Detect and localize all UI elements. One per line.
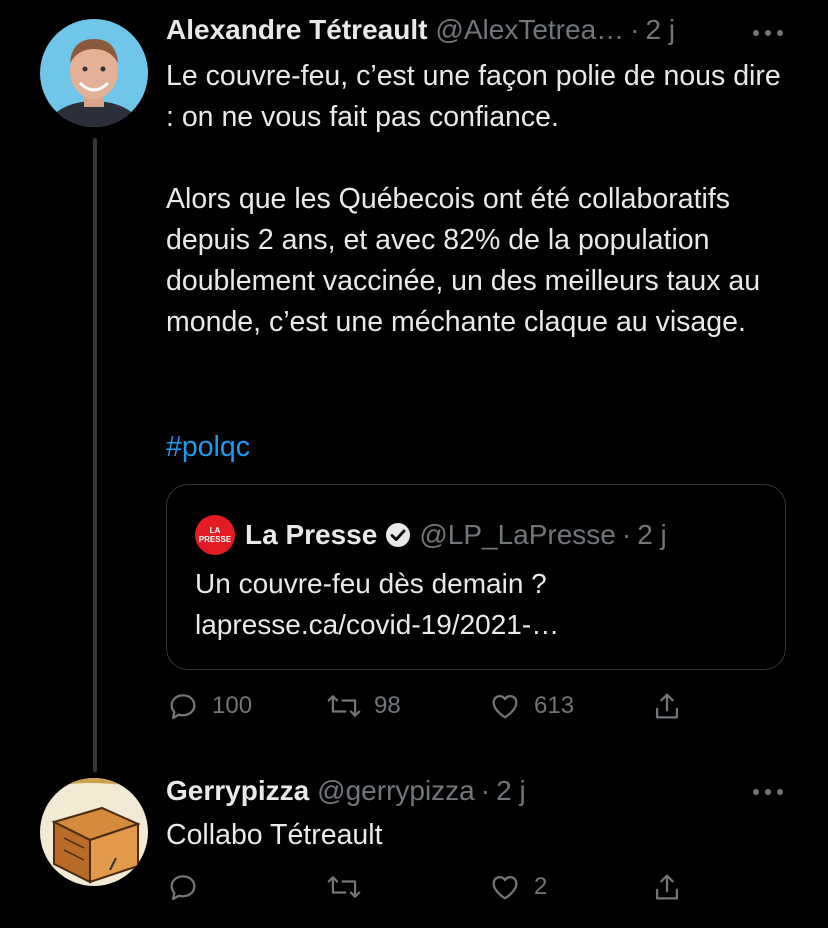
logo-text-bottom: PRESSE bbox=[198, 535, 232, 544]
logo-text-top: LA bbox=[209, 526, 221, 535]
retweet-button[interactable] bbox=[326, 870, 374, 904]
quoted-author-handle[interactable]: @LP_LaPresse bbox=[419, 519, 616, 551]
reply-button[interactable] bbox=[166, 870, 212, 904]
like-count: 2 bbox=[534, 873, 548, 900]
retweet-icon bbox=[327, 876, 361, 898]
tweet-text: Collabo Tétreault bbox=[166, 819, 383, 851]
thread-connector-line bbox=[93, 138, 97, 772]
separator-dot: · bbox=[621, 519, 632, 550]
quoted-author-name[interactable]: La Presse bbox=[245, 519, 377, 551]
reply-button[interactable]: 100 bbox=[166, 689, 252, 723]
reply-count: 100 bbox=[212, 692, 253, 719]
timestamp[interactable]: 2 j bbox=[645, 14, 675, 46]
more-icon bbox=[753, 30, 783, 36]
retweet-button[interactable]: 98 bbox=[326, 689, 401, 723]
separator-dot: · bbox=[630, 14, 640, 45]
avatar-gerrypizza[interactable] bbox=[40, 778, 148, 886]
share-button[interactable] bbox=[650, 689, 684, 723]
reply-icon bbox=[170, 875, 196, 901]
share-icon bbox=[655, 874, 679, 900]
more-options-button[interactable] bbox=[748, 18, 788, 48]
tweet-actions: 100 98 613 bbox=[166, 689, 726, 729]
quoted-text-line: Un couvre-feu dès demain ? bbox=[195, 568, 547, 599]
like-icon bbox=[492, 694, 518, 719]
la-presse-avatar[interactable]: LA PRESSE bbox=[195, 515, 235, 555]
like-icon bbox=[492, 875, 518, 900]
author-name[interactable]: Alexandre Tétreault bbox=[166, 14, 427, 46]
author-handle[interactable]: @AlexTetrea… bbox=[435, 14, 624, 46]
more-options-button[interactable] bbox=[748, 777, 788, 807]
author-name[interactable]: Gerrypizza bbox=[166, 775, 309, 807]
share-icon bbox=[655, 693, 679, 719]
tweet-header: Gerrypizza @gerrypizza · 2 j bbox=[166, 775, 526, 807]
quoted-timestamp[interactable]: 2 j bbox=[637, 519, 667, 551]
retweet-count: 98 bbox=[374, 692, 401, 719]
hashtag-link[interactable]: #polqc bbox=[166, 427, 796, 468]
like-count: 613 bbox=[534, 692, 575, 719]
tweet-text: Le couvre-feu, c’est une façon polie de … bbox=[166, 60, 781, 338]
like-button[interactable]: 613 bbox=[488, 689, 574, 723]
quoted-tweet-header: LA PRESSE La Presse @LP_LaPresse · 2 j bbox=[195, 515, 667, 555]
avatar-alexandre[interactable] bbox=[40, 19, 148, 127]
share-button[interactable] bbox=[650, 870, 684, 904]
quoted-tweet-card[interactable]: LA PRESSE La Presse @LP_LaPresse · 2 j U… bbox=[166, 484, 786, 670]
quoted-tweet-text: Un couvre-feu dès demain ? lapresse.ca/c… bbox=[195, 563, 559, 645]
tweet-actions: 2 bbox=[166, 870, 726, 910]
verified-icon bbox=[385, 522, 411, 548]
quoted-link[interactable]: lapresse.ca/covid-19/2021-… bbox=[195, 604, 559, 645]
retweet-icon bbox=[327, 695, 361, 717]
timestamp[interactable]: 2 j bbox=[496, 775, 526, 807]
reply-icon bbox=[170, 694, 196, 720]
tweet-header: Alexandre Tétreault @AlexTetrea… · 2 j bbox=[166, 14, 675, 46]
author-handle[interactable]: @gerrypizza bbox=[317, 775, 475, 807]
more-icon bbox=[753, 789, 783, 795]
separator-dot: · bbox=[480, 775, 491, 806]
like-button[interactable]: 2 bbox=[488, 870, 547, 904]
